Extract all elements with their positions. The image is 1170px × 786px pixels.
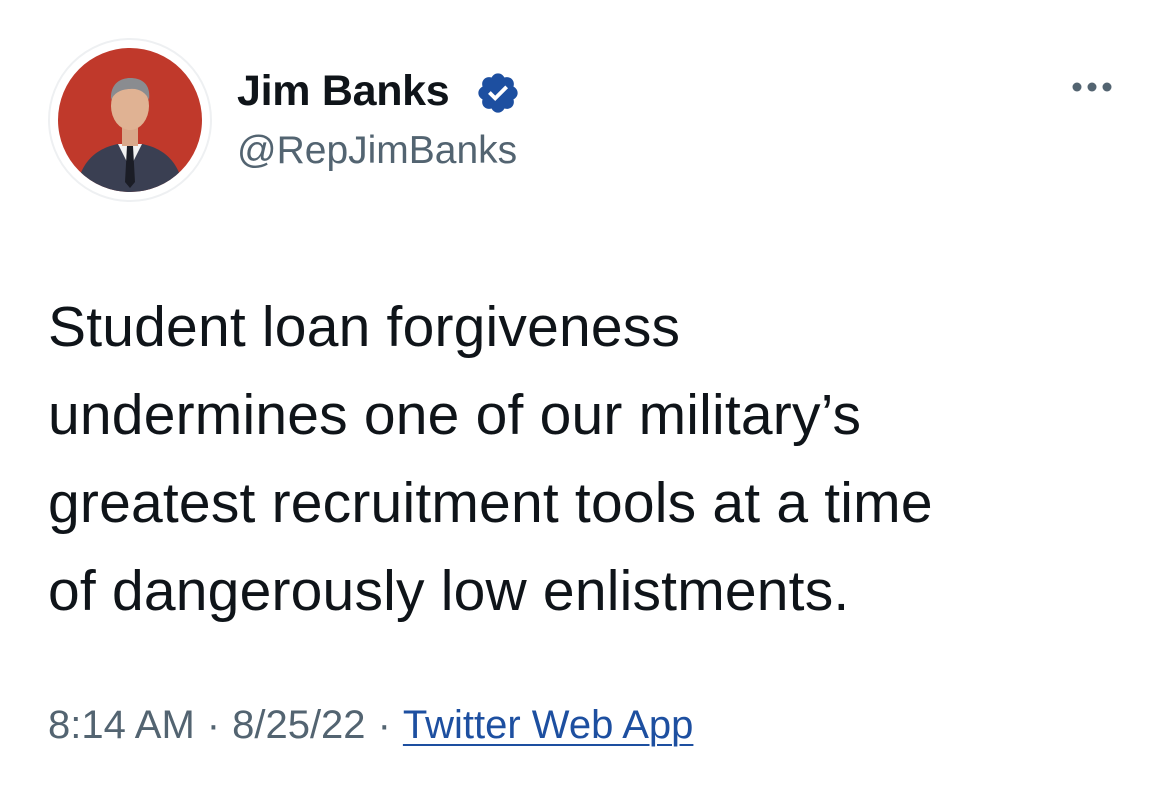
tweet-meta: 8:14 AM · 8/25/22 · Twitter Web App <box>48 700 693 750</box>
verified-badge-icon <box>478 73 518 113</box>
tweet-date[interactable]: 8/25/22 <box>232 703 365 747</box>
meta-separator: · <box>377 703 391 747</box>
meta-separator: · <box>206 703 221 747</box>
profile-photo <box>58 48 202 192</box>
source-link[interactable]: Twitter Web App <box>403 703 694 747</box>
display-name[interactable]: Jim Banks <box>237 66 450 116</box>
more-horizontal-icon[interactable] <box>1068 72 1116 102</box>
tweet-text: Student loan forgiveness undermines one … <box>48 295 933 623</box>
avatar[interactable] <box>48 38 212 202</box>
user-handle[interactable]: @RepJimBanks <box>237 128 517 174</box>
tweet-card: Jim Banks @RepJimBanks Student loan forg… <box>0 0 1170 786</box>
tweet-time[interactable]: 8:14 AM <box>48 703 195 747</box>
